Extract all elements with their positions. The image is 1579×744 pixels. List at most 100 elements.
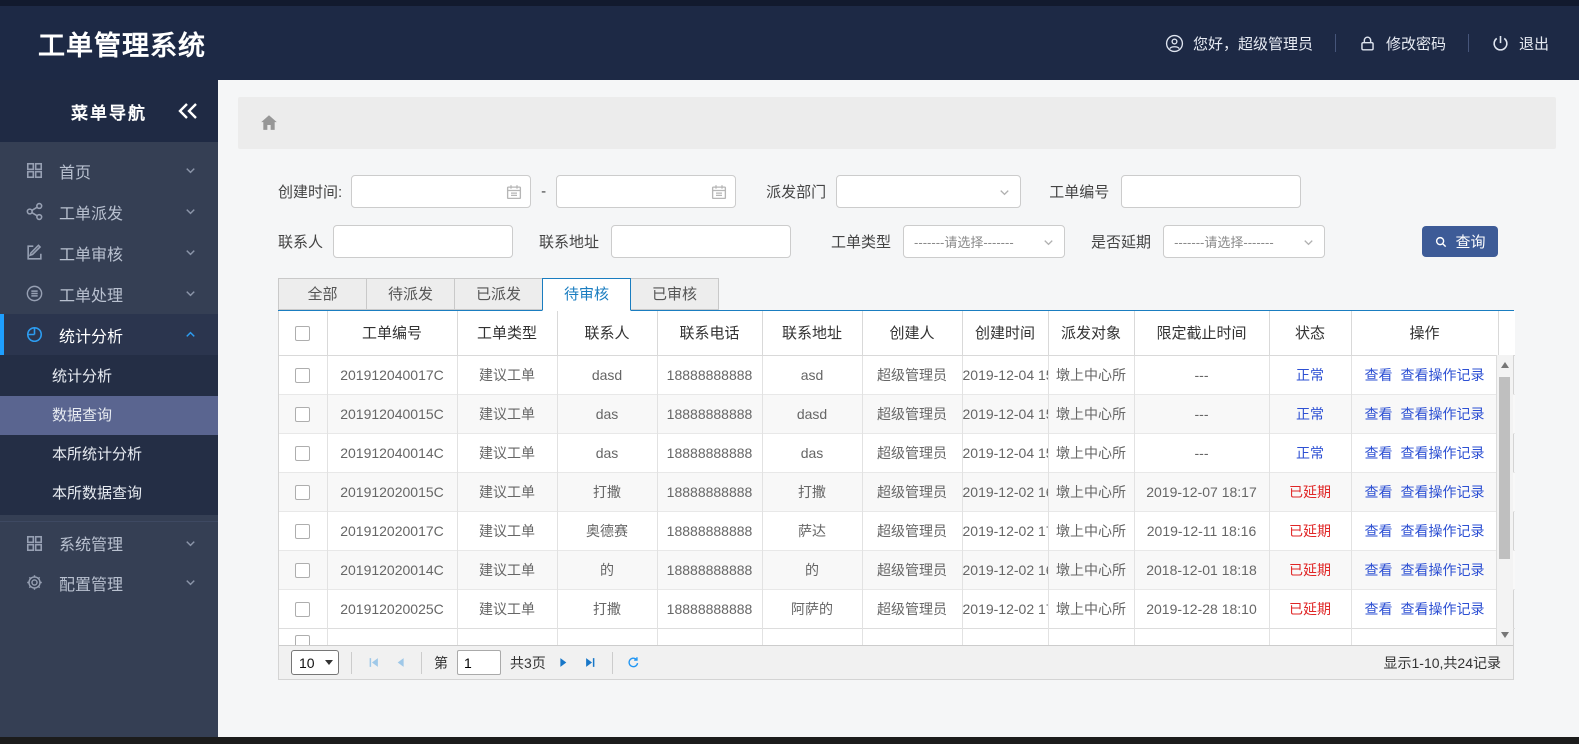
sidebar-item-review[interactable]: 工单审核 <box>0 232 218 273</box>
calendar-icon[interactable] <box>710 183 728 201</box>
view-log-link[interactable]: 查看操作记录 <box>1401 445 1485 461</box>
sidebar-item-system[interactable]: 系统管理 <box>0 521 218 562</box>
home-icon[interactable] <box>258 112 280 134</box>
change-password-button[interactable]: 修改密码 <box>1358 33 1446 54</box>
row-checkbox[interactable] <box>295 445 311 461</box>
table-cell: 2019-12-07 18:17 <box>1134 471 1270 511</box>
order-no-input[interactable] <box>1122 176 1301 207</box>
row-checkbox[interactable] <box>295 406 311 422</box>
row-checkbox[interactable] <box>295 484 311 500</box>
collapse-sidebar-icon[interactable] <box>176 99 200 123</box>
table-row-partial <box>279 627 1515 646</box>
sidebar-subitem-stats-analysis[interactable]: 统计分析 <box>0 357 218 396</box>
logout-button[interactable]: 退出 <box>1491 33 1549 54</box>
sidebar-item-stats[interactable]: 统计分析 <box>0 314 218 355</box>
row-checkbox[interactable] <box>295 562 311 578</box>
row-select-cell <box>279 549 328 589</box>
address-input[interactable] <box>612 226 791 257</box>
table-cell: 打撒 <box>557 471 658 511</box>
filter-row-1: 创建时间: - 派发部门 工单编号 <box>278 175 1514 208</box>
page-number-input[interactable] <box>457 650 501 676</box>
next-page-button[interactable] <box>555 654 573 672</box>
view-link[interactable]: 查看 <box>1365 562 1393 578</box>
table-cell: 2018-12-01 18:18 <box>1134 549 1270 589</box>
table-cell: 2019-12-02 17 <box>962 510 1049 550</box>
contact-label: 联系人 <box>278 234 324 251</box>
view-link[interactable]: 查看 <box>1365 523 1393 539</box>
tab-待审核[interactable]: 待审核 <box>542 278 631 311</box>
chevron-down-icon <box>997 185 1012 200</box>
table-cell: 的 <box>557 549 658 589</box>
sidebar-subitem-data-query[interactable]: 数据查询 <box>0 396 218 435</box>
row-actions: 查看 查看操作记录 <box>1351 354 1499 394</box>
view-link[interactable]: 查看 <box>1365 406 1393 422</box>
tab-全部[interactable]: 全部 <box>278 278 367 310</box>
search-button[interactable]: 查询 <box>1422 226 1498 257</box>
table-row: 201912020025C 建议工单 打撒 18888888888 阿萨的 超级管理员 20… <box>279 588 1515 628</box>
view-log-link[interactable]: 查看操作记录 <box>1401 367 1485 383</box>
row-select-cell <box>279 627 328 646</box>
view-link[interactable]: 查看 <box>1365 601 1393 617</box>
order-type-select[interactable]: -------请选择------- <box>903 225 1066 258</box>
dispatch-dept-label: 派发部门 <box>766 184 827 201</box>
scroll-up-icon[interactable] <box>1497 357 1513 373</box>
select-all-checkbox[interactable] <box>295 325 311 341</box>
row-checkbox[interactable] <box>295 367 311 383</box>
table-cell <box>1048 627 1135 646</box>
sidebar-item-dispatch[interactable]: 工单派发 <box>0 191 218 232</box>
chevron-down-icon <box>183 163 198 178</box>
sidebar-subitem-local-stats[interactable]: 本所统计分析 <box>0 435 218 474</box>
sidebar-subitem-local-data-query[interactable]: 本所数据查询 <box>0 474 218 513</box>
table-cell: 2019-12-04 15 <box>962 432 1049 472</box>
table-scrollbar[interactable] <box>1496 355 1513 646</box>
column-header: 创建时间 <box>961 311 1049 356</box>
created-time-start-input[interactable] <box>352 176 531 207</box>
page-size-select[interactable]: 10 <box>291 650 339 676</box>
view-log-link[interactable]: 查看操作记录 <box>1401 484 1485 500</box>
table-cell: 超级管理员 <box>862 393 963 433</box>
view-link[interactable]: 查看 <box>1365 445 1393 461</box>
first-page-button[interactable] <box>364 654 382 672</box>
last-page-button[interactable] <box>582 654 600 672</box>
delay-select[interactable]: -------请选择------- <box>1163 225 1326 258</box>
scroll-down-icon[interactable] <box>1497 627 1513 643</box>
table-cell: 超级管理员 <box>862 510 963 550</box>
table-cell: 201912020015C <box>327 471 458 511</box>
calendar-icon[interactable] <box>505 183 523 201</box>
row-checkbox[interactable] <box>295 635 311 646</box>
view-log-link[interactable]: 查看操作记录 <box>1401 523 1485 539</box>
refresh-icon[interactable] <box>625 654 643 672</box>
row-checkbox[interactable] <box>295 523 311 539</box>
pagination-bar: 10 第 共3页 <box>279 645 1513 680</box>
chevron-down-icon <box>183 575 198 590</box>
view-link[interactable]: 查看 <box>1365 484 1393 500</box>
contact-input[interactable] <box>334 226 513 257</box>
table-cell: 墩上中心所 <box>1048 471 1135 511</box>
grid-icon <box>25 161 44 180</box>
status-badge: 正常 <box>1269 432 1352 472</box>
page-size-value: 10 <box>299 654 315 671</box>
row-actions: 查看 查看操作记录 <box>1351 510 1499 550</box>
prev-page-button[interactable] <box>391 654 409 672</box>
view-link[interactable]: 查看 <box>1365 367 1393 383</box>
row-checkbox[interactable] <box>295 601 311 617</box>
tab-待派发[interactable]: 待派发 <box>366 278 455 310</box>
table-cell <box>557 627 658 646</box>
sidebar-item-process[interactable]: 工单处理 <box>0 273 218 314</box>
table-cell: das <box>557 432 658 472</box>
dispatch-dept-select[interactable] <box>836 175 1022 208</box>
sidebar-item-config[interactable]: 配置管理 <box>0 562 218 603</box>
view-log-link[interactable]: 查看操作记录 <box>1401 406 1485 422</box>
view-log-link[interactable]: 查看操作记录 <box>1401 562 1485 578</box>
table-row: 201912020015C 建议工单 打撒 18888888888 打撒 超级管理员 201… <box>279 471 1515 511</box>
scrollbar-thumb[interactable] <box>1499 377 1510 559</box>
sidebar-item-home[interactable]: 首页 <box>0 150 218 191</box>
table-cell <box>1351 627 1499 646</box>
view-log-link[interactable]: 查看操作记录 <box>1401 601 1485 617</box>
tab-已审核[interactable]: 已审核 <box>630 278 719 310</box>
table-cell: --- <box>1134 354 1270 394</box>
chevron-down-icon <box>1301 235 1316 250</box>
row-actions: 查看 查看操作记录 <box>1351 393 1499 433</box>
created-time-end-input[interactable] <box>557 176 736 207</box>
tab-已派发[interactable]: 已派发 <box>454 278 543 310</box>
